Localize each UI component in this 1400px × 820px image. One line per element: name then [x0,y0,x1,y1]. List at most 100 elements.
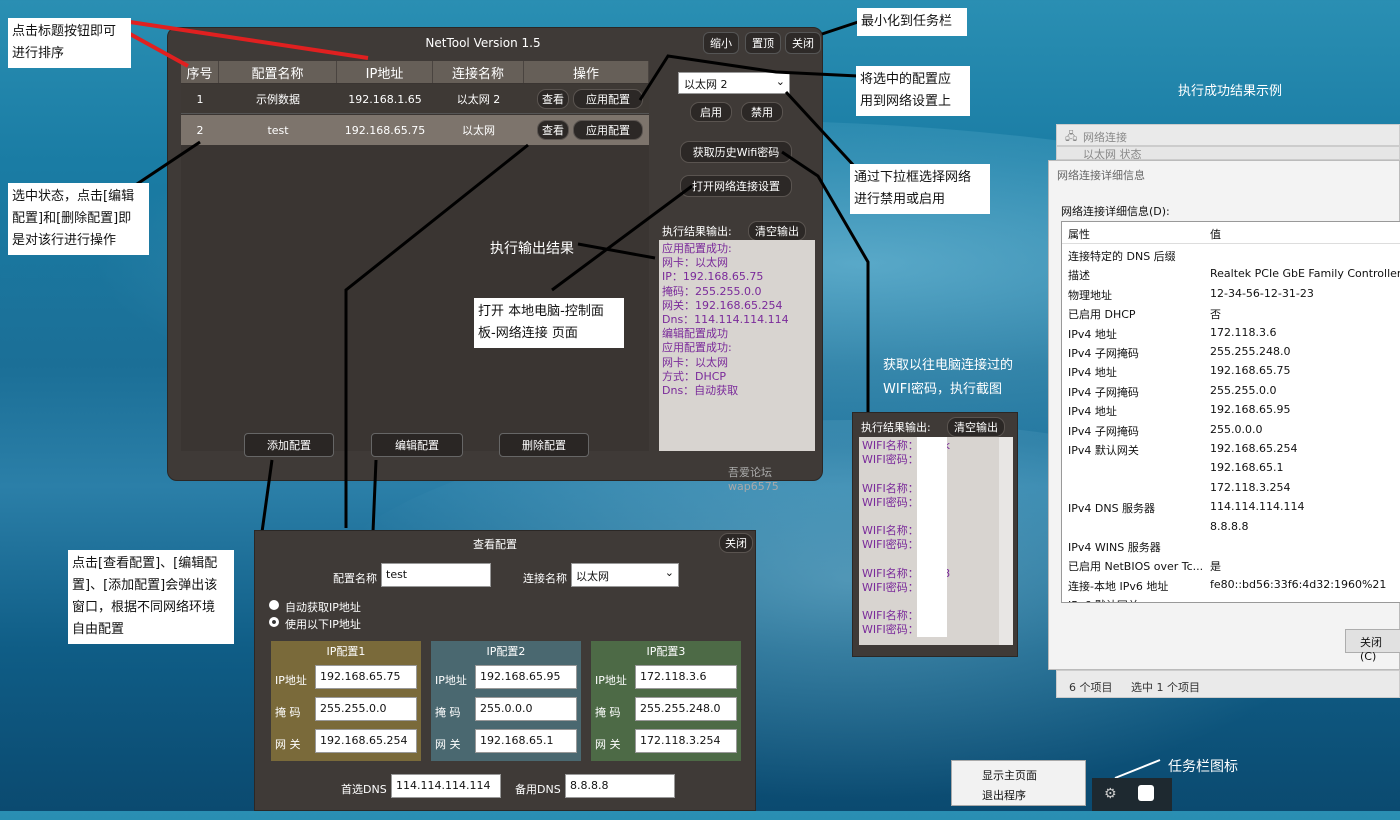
col-prop[interactable]: 属性 [1068,226,1090,242]
detail-row[interactable]: IPv4 子网掩码 255.255.0.0 [1066,382,1400,401]
annotation-text: 打开 本地电脑-控制面 [478,304,604,319]
detail-prop: IPv6 默认网关 [1068,597,1139,602]
annotation-wifi: 获取以往电脑连接过的 WIFI密码，执行截图 [883,354,1013,402]
detail-row[interactable]: 物理地址 12-34-56-12-31-23 [1066,285,1400,304]
detail-row[interactable]: IPv4 地址 192.168.65.95 [1066,401,1400,420]
annotation-text: 板-网络连接 页面 [478,326,578,341]
mask-field[interactable]: 255.255.0.0 [315,697,417,721]
selected-count: 选中 1 个项目 [1131,681,1200,694]
detail-row[interactable]: IPv4 子网掩码 255.0.0.0 [1066,421,1400,440]
detail-row[interactable]: 8.8.8.8 [1066,518,1400,537]
close-dialog-button[interactable]: 关闭(C) [1345,629,1400,663]
detail-prop: IPv4 DNS 服务器 [1068,502,1156,516]
pointer-line [577,242,656,260]
pointer-line [638,54,859,101]
detail-row[interactable]: 连接特定的 DNS 后缀 [1066,246,1400,265]
name-field[interactable]: test [381,563,491,587]
ip-field[interactable]: 172.118.3.6 [635,665,737,689]
menu-item-show[interactable]: 显示主页面 [982,767,1037,783]
redaction-block [917,437,947,637]
detail-prop: IPv4 子网掩码 [1068,347,1139,360]
detail-row[interactable]: IPv4 DNS 服务器 114.114.114.114 [1066,498,1400,517]
mask-label: 掩 码 [595,706,621,719]
detail-val: 192.168.65.75 [1210,364,1291,378]
nettool-tray-icon[interactable]: ⚙ [1104,786,1117,802]
col-val[interactable]: 值 [1210,226,1221,242]
detail-val: 255.0.0.0 [1210,422,1263,436]
detail-row[interactable]: 172.118.3.254 [1066,479,1400,498]
annotation-text: 用到网络设置上 [860,94,952,109]
detail-val: 192.168.65.1 [1210,461,1284,475]
radio-manual[interactable] [269,617,279,627]
dns1-label: 首选DNS [341,783,387,796]
detail-row[interactable]: IPv4 地址 172.118.3.6 [1066,324,1400,343]
annotation-text: 点击标题按钮即可 [12,24,117,39]
annotation-text: 配置]和[删除配置]即 [12,211,132,226]
detail-prop: IPv4 子网掩码 [1068,385,1139,399]
pointer-line [371,459,378,533]
detail-val: 255.255.0.0 [1210,383,1277,397]
details-list: 属性 值 连接特定的 DNS 后缀描述 Realtek PCIe GbE Fami… [1061,221,1400,603]
pointer-line [784,90,858,170]
gateway-field[interactable]: 172.118.3.254 [635,729,737,753]
detail-row[interactable]: IPv4 WINS 服务器 [1066,537,1400,556]
detail-row[interactable]: 连接-本地 IPv6 地址 fe80::bd56:33f6:4d32:1960%2… [1066,576,1400,595]
details-dialog: 网络连接详细信息 网络连接详细信息(D): 属性 值 连接特定的 DNS 后缀描… [1048,160,1400,670]
annotation-open-panel: 打开 本地电脑-控制面 板-网络连接 页面 [474,298,624,348]
dns2-label: 备用DNS [515,783,561,796]
conn-select[interactable]: 以太网 ⌄ [571,563,679,587]
ip-label: IP地址 [435,674,467,687]
detail-val: 8.8.8.8 [1210,519,1249,533]
detail-row[interactable]: IPv4 默认网关 192.168.65.254 [1066,440,1400,459]
ip-config-title: IP配置2 [486,645,526,658]
annotation-text: 点击[查看配置]、[编辑配 [72,556,218,571]
list-header: 属性 值 [1062,222,1400,244]
ip-config-group: IP配置1 IP地址 192.168.65.75 掩 码 255.255.0.0 网 关 1… [271,641,421,761]
detail-row[interactable]: 已启用 DHCP 否 [1066,304,1400,323]
annotation-text: 进行排序 [12,46,65,61]
close-button[interactable]: 关闭 [719,533,753,553]
detail-prop: IPv4 地址 [1068,366,1117,380]
gateway-label: 网 关 [435,738,461,751]
detail-prop: IPv4 子网掩码 [1068,424,1139,438]
detail-row[interactable]: 已启用 NetBIOS over Tc... 是 [1066,556,1400,575]
detail-prop: 已启用 NetBIOS over Tc... [1068,560,1204,574]
ip-label: IP地址 [275,674,307,687]
wifi-clear-button[interactable]: 清空输出 [947,417,1005,437]
menu-item-exit[interactable]: 退出程序 [982,787,1026,803]
gateway-label: 网 关 [275,738,301,751]
detail-prop: IPv4 地址 [1068,327,1117,341]
ip-field[interactable]: 192.168.65.75 [315,665,417,689]
gateway-field[interactable]: 192.168.65.254 [315,729,417,753]
dns2-field[interactable]: 8.8.8.8 [565,774,675,798]
detail-row[interactable]: IPv4 子网掩码 255.255.248.0 [1066,343,1400,362]
mask-label: 掩 码 [435,706,461,719]
annotation-text: 通过下拉框选择网络 [854,170,972,185]
system-tray: ⚙ [1092,778,1172,811]
radio-auto[interactable] [269,600,279,610]
chevron-down-icon: ⌄ [664,566,674,579]
annotation-text: 窗口，根据不同网络环境 [72,600,216,615]
detail-val: 否 [1210,308,1221,322]
detail-prop: 连接特定的 DNS 后缀 [1068,250,1176,263]
mask-field[interactable]: 255.0.0.0 [475,697,577,721]
annotation-apply: 将选中的配置应 用到网络设置上 [856,66,970,116]
annotation-text: 获取以往电脑连接过的 [883,358,1014,373]
annotation-selected: 选中状态，点击[编辑 配置]和[删除配置]即 是对该行进行操作 [8,183,149,255]
detail-row[interactable]: IPv4 地址 192.168.65.75 [1066,362,1400,381]
detail-row[interactable]: IPv6 默认网关 [1066,595,1400,602]
mask-field[interactable]: 255.255.248.0 [635,697,737,721]
dialog-title: 查看配置 [473,538,517,551]
ip-field[interactable]: 192.168.65.95 [475,665,577,689]
shield-icon[interactable] [1138,785,1154,801]
detail-row[interactable]: 描述 Realtek PCIe GbE Family Controller [1066,265,1400,284]
scrollbar[interactable] [999,437,1013,645]
dns1-field[interactable]: 114.114.114.114 [391,774,501,798]
network-connections-window: 🖧 网络连接 [1056,124,1400,146]
detail-prop: 连接-本地 IPv6 地址 [1068,579,1169,593]
detail-row[interactable]: 192.168.65.1 [1066,459,1400,478]
annotation-success: 执行成功结果示例 [1178,84,1283,99]
gateway-field[interactable]: 192.168.65.1 [475,729,577,753]
annotation-text: 将选中的配置应 [860,72,952,87]
network-icon: 🖧 [1065,130,1078,143]
